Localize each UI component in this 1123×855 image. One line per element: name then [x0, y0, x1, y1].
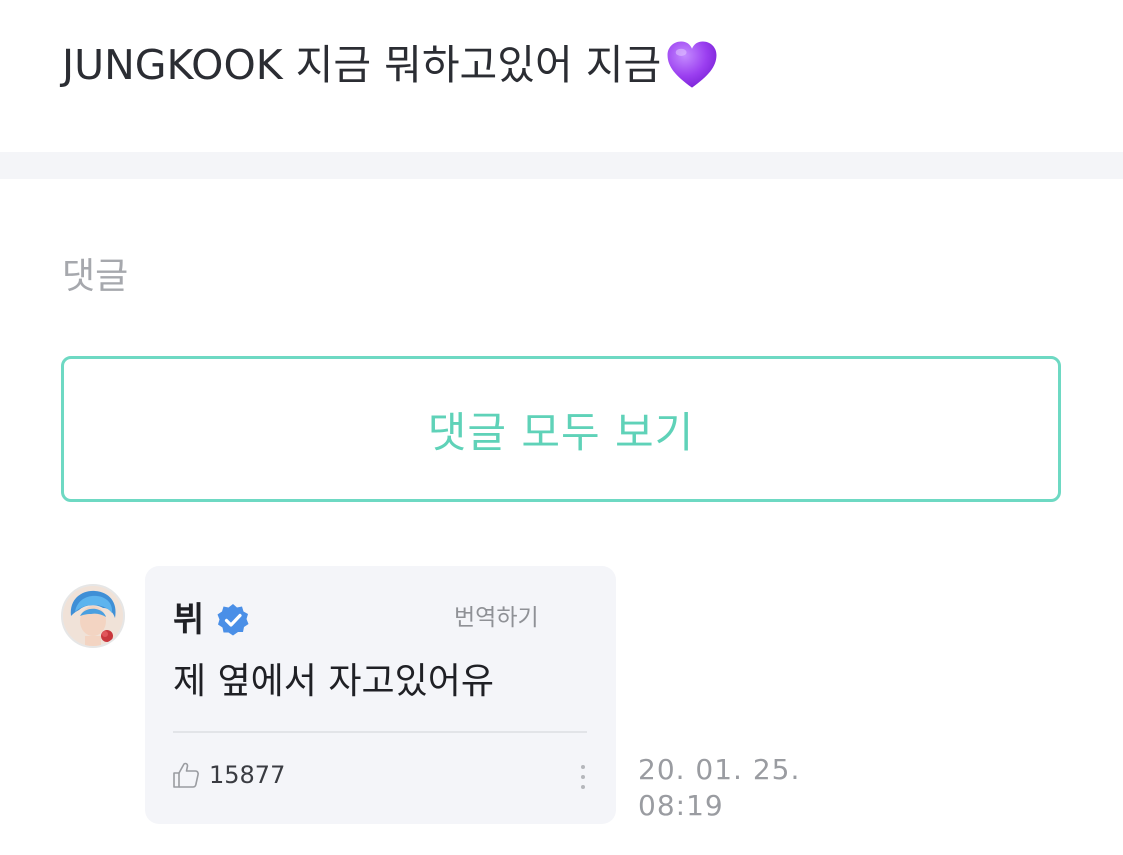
avatar[interactable] [61, 584, 125, 648]
avatar-image [63, 586, 123, 646]
comment-card: 뷔 번역하기 제 옆에서 자고있어유 15877 [145, 566, 616, 824]
more-vertical-icon[interactable] [575, 762, 591, 792]
thumbs-up-icon [173, 762, 199, 788]
post-text-content: JUNGKOOK 지금 뭐하고있어 지금 [62, 41, 662, 89]
comment-author-name[interactable]: 뷔 [173, 600, 204, 640]
purple-heart-icon [667, 41, 717, 88]
comment-date: 20. 01. 25. [638, 753, 801, 786]
like-count: 15877 [209, 761, 286, 789]
post-text: JUNGKOOK 지금 뭐하고있어 지금 [62, 34, 721, 96]
like-button[interactable]: 15877 [171, 760, 285, 790]
comment-body: 제 옆에서 자고있어유 [173, 661, 494, 702]
view-all-comments-label: 댓글 모두 보기 [427, 407, 695, 457]
comment-timestamp: 20. 01. 25. 08:19 [638, 752, 800, 824]
comment-time: 08:19 [638, 789, 724, 822]
verified-badge-icon [217, 604, 249, 636]
view-all-comments-button[interactable]: 댓글 모두 보기 [61, 356, 1061, 502]
comment-divider [173, 731, 587, 733]
translate-button[interactable]: 번역하기 [454, 598, 539, 632]
comment-author-row: 뷔 [173, 600, 250, 640]
comments-heading: 댓글 [62, 256, 129, 297]
section-divider [0, 152, 1123, 179]
post-page: JUNGKOOK 지금 뭐하고있어 지금 댓글 댓글 모두 보기 뷔 번역하기 … [0, 0, 1123, 855]
